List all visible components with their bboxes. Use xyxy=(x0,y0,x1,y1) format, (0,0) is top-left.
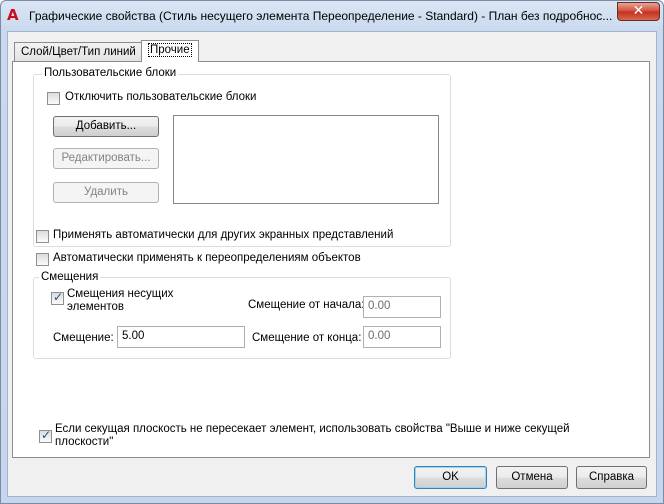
section-plane-label-line2: плоскости" xyxy=(55,436,114,448)
autocad-app-icon: A xyxy=(7,6,19,24)
offset-label: Смещение: xyxy=(53,332,114,344)
close-button[interactable]: ✕ xyxy=(617,2,660,21)
member-offsets-label-line2: элементов xyxy=(67,301,125,313)
apply-auto-overrides-checkbox[interactable] xyxy=(36,253,49,266)
close-icon: ✕ xyxy=(632,3,645,19)
offsets-group-title: Смещения xyxy=(39,271,101,283)
custom-blocks-list[interactable] xyxy=(173,115,439,204)
section-plane-checkbox[interactable] xyxy=(39,428,52,443)
apply-auto-other-label: Применять автоматически для других экран… xyxy=(53,229,394,241)
dialog-client-area: Слой/Цвет/Тип линий Прочие Пользовательс… xyxy=(7,31,657,497)
apply-auto-overrides-label: Автоматически применять к переопределени… xyxy=(53,252,361,264)
ok-button[interactable]: OK xyxy=(414,466,487,489)
end-offset-field[interactable]: 0.00 xyxy=(363,326,441,348)
title-bar[interactable]: A Графические свойства (Стиль несущего э… xyxy=(1,1,663,31)
tab-label: Прочие xyxy=(148,43,192,57)
member-offsets-checkbox[interactable] xyxy=(51,290,64,305)
delete-button[interactable]: Удалить xyxy=(53,182,159,203)
edit-button[interactable]: Редактировать... xyxy=(53,148,159,169)
disable-custom-blocks-checkbox[interactable] xyxy=(47,92,60,105)
add-button[interactable]: Добавить... xyxy=(53,116,159,137)
window-title: Графические свойства (Стиль несущего эле… xyxy=(29,9,613,23)
start-offset-label: Смещение от начала: xyxy=(248,299,365,311)
cancel-button[interactable]: Отмена xyxy=(496,466,568,489)
tab-label: Слой/Цвет/Тип линий xyxy=(21,46,136,58)
end-offset-label: Смещение от конца: xyxy=(252,332,362,344)
custom-blocks-group-title: Пользовательские блоки xyxy=(42,67,179,79)
start-offset-field[interactable]: 0.00 xyxy=(363,296,441,318)
section-plane-label-line1: Если секущая плоскость не пересекает эле… xyxy=(55,423,570,435)
tab-layer-color-linetype[interactable]: Слой/Цвет/Тип линий xyxy=(14,42,143,62)
apply-auto-other-checkbox[interactable] xyxy=(36,230,49,243)
offset-field[interactable]: 5.00 xyxy=(117,326,245,348)
tab-panel-other: Пользовательские блоки Отключить пользов… xyxy=(12,61,650,458)
help-button[interactable]: Справка xyxy=(576,466,647,489)
member-offsets-label-line1: Смещения несущих xyxy=(67,288,174,300)
dialog-window: A Графические свойства (Стиль несущего э… xyxy=(0,0,664,504)
tab-other[interactable]: Прочие xyxy=(141,40,199,62)
disable-custom-blocks-label: Отключить пользовательские блоки xyxy=(65,91,257,103)
